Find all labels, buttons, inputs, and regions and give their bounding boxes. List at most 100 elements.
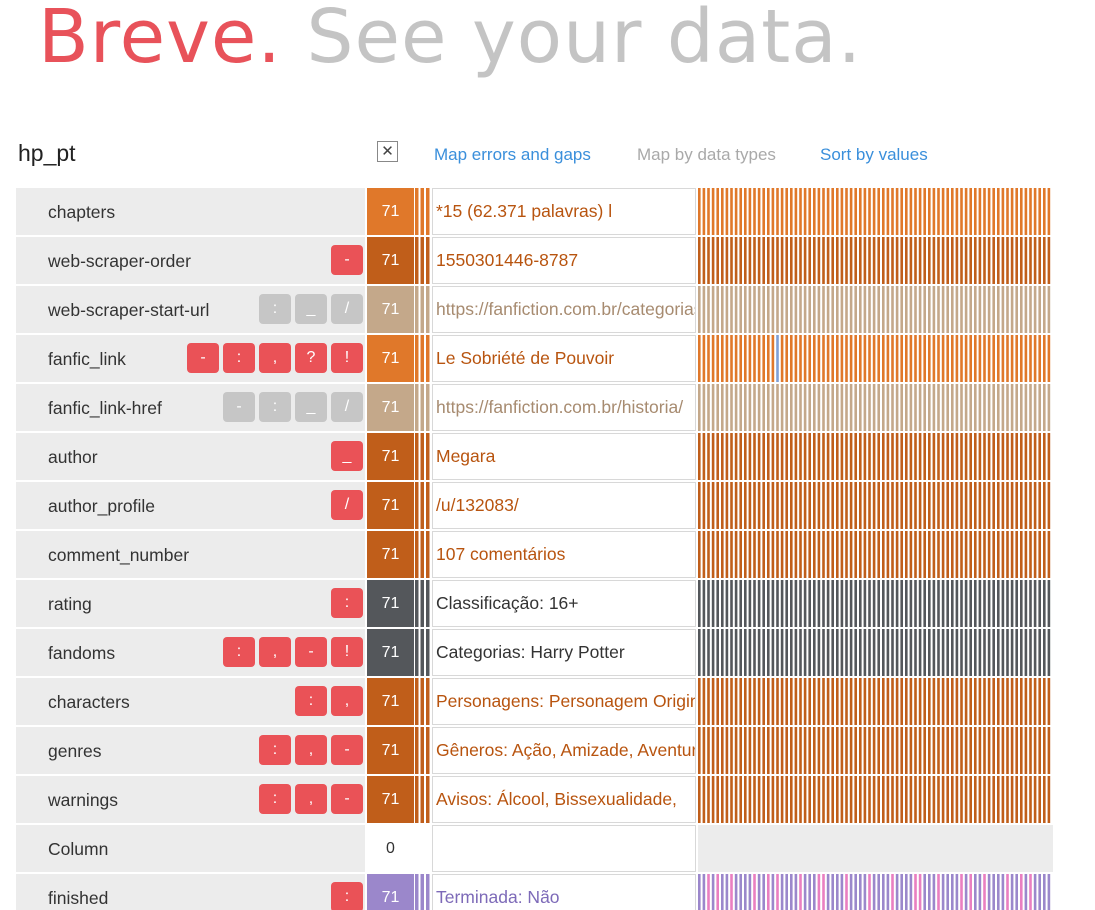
value-bar (1006, 629, 1009, 676)
value-map[interactable] (698, 188, 1053, 235)
symbol-badge[interactable]: - (331, 735, 363, 765)
symbol-badge[interactable]: - (331, 245, 363, 275)
column-name-cell[interactable]: Column (16, 825, 365, 872)
sample-value: Personagens: Personagem Original (432, 678, 696, 725)
symbol-badge[interactable]: : (223, 637, 255, 667)
value-bar (725, 433, 729, 480)
column-row[interactable]: warnings:, -71 Avisos: Álcool, Bissexualid… (16, 776, 1053, 823)
column-row[interactable]: author_profile /71/u/132083/ (16, 482, 1053, 529)
symbol-badge[interactable]: ? (295, 343, 327, 373)
value-bar (785, 335, 788, 382)
close-dataset-button[interactable]: ✕ (377, 141, 398, 162)
symbol-badge[interactable]: _ (331, 441, 363, 471)
symbol-badge[interactable]: - (187, 343, 219, 373)
symbol-badge[interactable]: : (331, 588, 363, 618)
column-row[interactable]: chapters 71 *15 (62.371 palavras) l (16, 188, 1053, 235)
sort-by-values-link[interactable]: Sort by values (820, 145, 928, 165)
column-name-cell[interactable]: web-scraper-start-url: _ / (16, 286, 365, 333)
symbol-badge[interactable]: , (331, 686, 363, 716)
column-name-cell[interactable]: chapters (16, 188, 365, 235)
symbol-badge[interactable]: : (259, 735, 291, 765)
value-map[interactable] (698, 629, 1053, 676)
column-row[interactable]: genres:, -71 Gêneros: Ação, Amizade, Avent… (16, 727, 1053, 774)
value-bar (836, 286, 839, 333)
value-bar (992, 188, 995, 235)
value-bar (900, 482, 903, 529)
column-name-cell[interactable]: author _ (16, 433, 365, 480)
stripe-bar (426, 384, 430, 431)
symbol-badge[interactable]: : (259, 784, 291, 814)
symbol-badge[interactable]: : (259, 294, 291, 324)
value-bar (1029, 580, 1032, 627)
symbol-badge[interactable]: / (331, 392, 363, 422)
symbol-badge[interactable]: , (259, 343, 291, 373)
symbol-badge[interactable]: / (331, 294, 363, 324)
symbol-badge[interactable]: , (295, 784, 327, 814)
column-row[interactable]: fandoms:, -! 71 Categorias: Harry Potter (16, 629, 1053, 676)
value-bar (1001, 482, 1005, 529)
column-name-cell[interactable]: fanfic_link -:,?! (16, 335, 365, 382)
column-row[interactable]: fanfic_link -:,?! 71 Le Sobriété de Pouvoir (16, 335, 1053, 382)
column-row[interactable]: finished:71 Terminada: Não (16, 874, 1053, 910)
value-bar (937, 482, 940, 529)
column-row[interactable]: Column 0 (16, 825, 1053, 872)
symbol-badge[interactable]: : (331, 882, 363, 910)
column-name-cell[interactable]: characters:, (16, 678, 365, 725)
value-bar (895, 629, 899, 676)
symbol-badge[interactable]: ! (331, 343, 363, 373)
column-row[interactable]: characters:, 71 Personagens: Personagem Or… (16, 678, 1053, 725)
symbol-badge[interactable]: - (223, 392, 255, 422)
column-row[interactable]: comment_number 71 107 comentários (16, 531, 1053, 578)
value-bar (826, 286, 830, 333)
column-name-cell[interactable]: fandoms:, -! (16, 629, 365, 676)
value-map[interactable] (698, 776, 1053, 823)
column-name-cell[interactable]: genres:, - (16, 727, 365, 774)
column-name-cell[interactable]: web-scraper-order - (16, 237, 365, 284)
column-row[interactable]: rating:71 Classificação: 16+ (16, 580, 1053, 627)
column-row[interactable]: web-scraper-start-url: _/71 https://fanfic… (16, 286, 1053, 333)
symbol-badge[interactable]: - (295, 637, 327, 667)
column-name-cell[interactable]: warnings:, - (16, 776, 365, 823)
value-bar (702, 384, 706, 431)
value-bar (711, 188, 715, 235)
sample-value: Gêneros: Ação, Amizade, Aventura (432, 727, 696, 774)
value-bar (767, 580, 770, 627)
symbol-badge[interactable]: : (295, 686, 327, 716)
value-bar (905, 482, 908, 529)
column-name-cell[interactable]: fanfic_link-href -: _ / (16, 384, 365, 431)
column-name-cell[interactable]: comment_number (16, 531, 365, 578)
value-bar (872, 237, 876, 284)
column-name-cell[interactable]: rating: (16, 580, 365, 627)
value-map[interactable] (698, 825, 1053, 872)
value-bar (1020, 188, 1023, 235)
value-map[interactable] (698, 531, 1053, 578)
symbol-badge[interactable]: - (331, 784, 363, 814)
column-name-cell[interactable]: author_profile / (16, 482, 365, 529)
value-map[interactable] (698, 727, 1053, 774)
value-map[interactable] (698, 580, 1053, 627)
symbol-badge[interactable]: , (259, 637, 291, 667)
map-errors-and-gaps-link[interactable]: Map errors and gaps (434, 145, 591, 165)
column-row[interactable]: web-scraper-order -71 1550301446-8787 (16, 237, 1053, 284)
symbol-badge[interactable]: _ (295, 392, 327, 422)
value-map[interactable] (698, 482, 1053, 529)
symbol-badge[interactable]: _ (295, 294, 327, 324)
symbol-badge[interactable]: ! (331, 637, 363, 667)
column-name-cell[interactable]: finished: (16, 874, 365, 910)
map-by-data-types-link[interactable]: Map by data types (637, 145, 776, 165)
symbol-badge[interactable]: / (331, 490, 363, 520)
symbol-badge[interactable]: , (295, 735, 327, 765)
column-row[interactable]: author _ 71 Megara (16, 433, 1053, 480)
value-bar (1020, 384, 1023, 431)
value-bar (725, 776, 729, 823)
value-map[interactable] (698, 678, 1053, 725)
symbol-badge[interactable]: : (223, 343, 255, 373)
column-row[interactable]: fanfic_link-href -: _/71 https://fanfiction… (16, 384, 1053, 431)
value-map[interactable] (698, 237, 1053, 284)
value-map[interactable] (698, 335, 1053, 382)
value-map[interactable] (698, 286, 1053, 333)
symbol-badge[interactable]: : (259, 392, 291, 422)
value-map[interactable] (698, 384, 1053, 431)
value-map[interactable] (698, 874, 1053, 910)
value-map[interactable] (698, 433, 1053, 480)
